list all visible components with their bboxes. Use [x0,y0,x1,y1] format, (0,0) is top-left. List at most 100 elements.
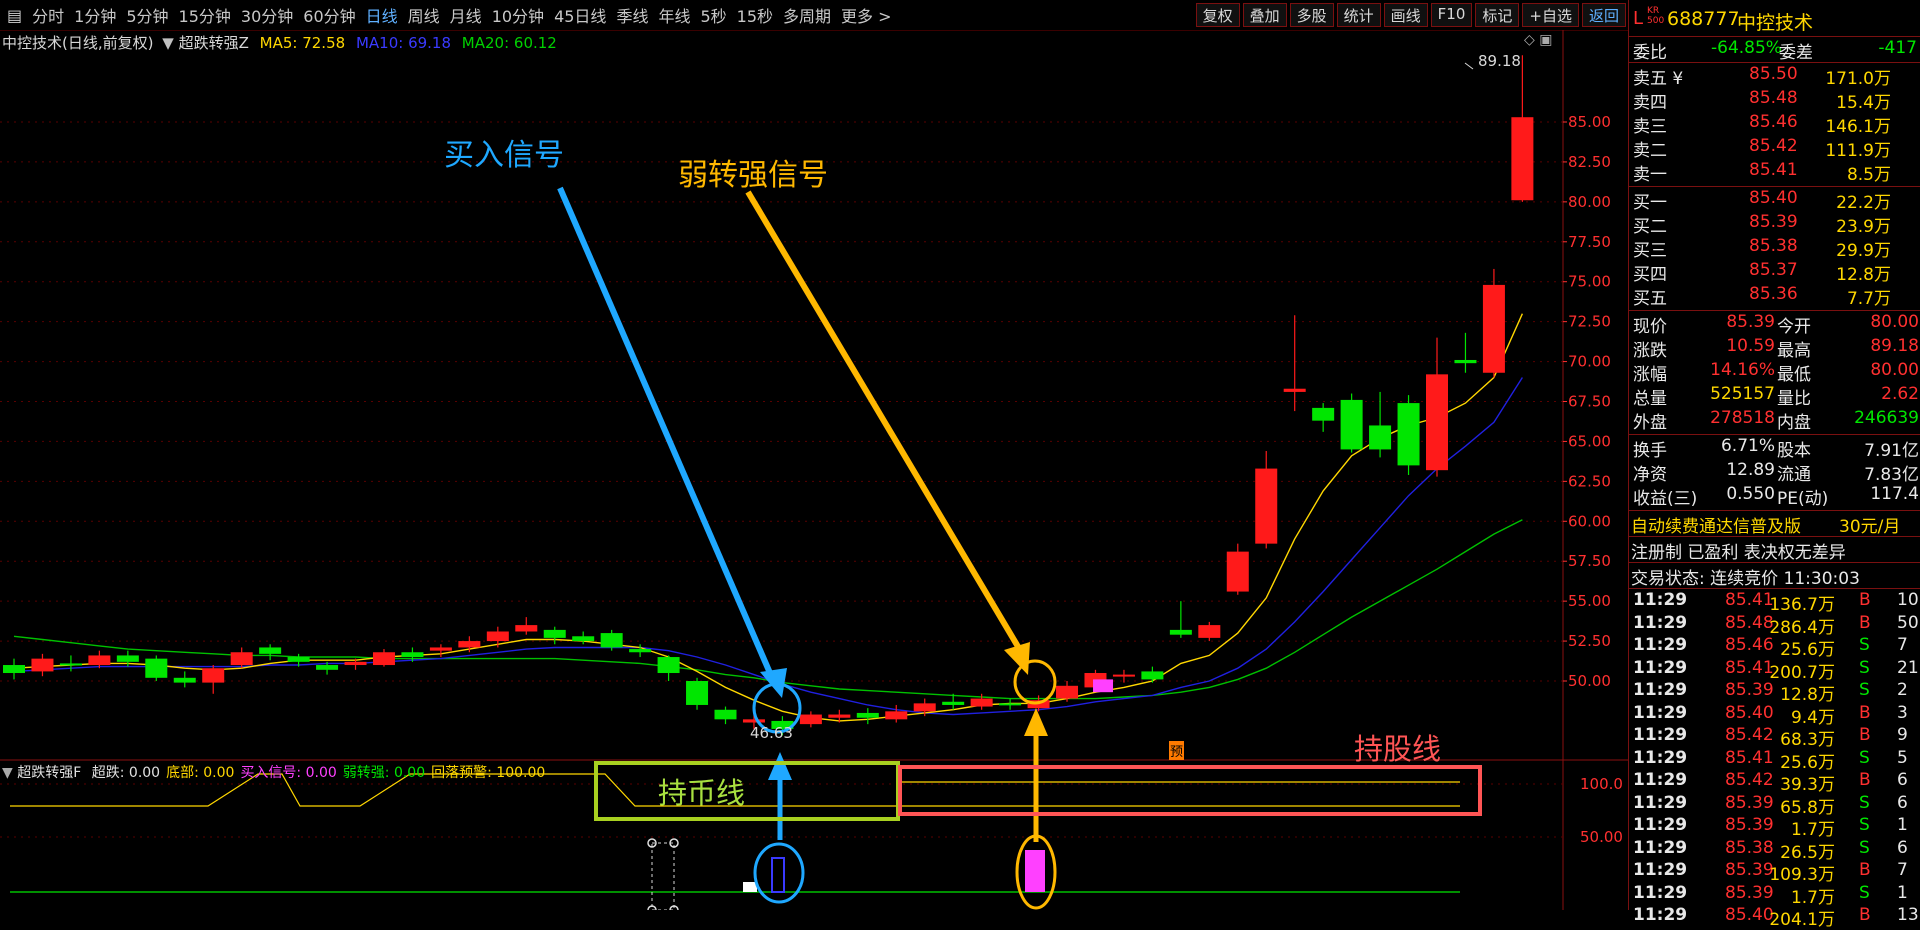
price-axis-label: 67.50 [1568,393,1611,411]
period-tab-9[interactable]: 10分钟 [487,3,549,27]
price-axis-label: 85.00 [1568,113,1611,131]
price-axis-label: 57.50 [1568,552,1611,570]
candle-body [1112,674,1135,677]
period-tab-11[interactable]: 季线 [611,3,653,27]
period-tab-8[interactable]: 月线 [445,3,487,27]
tool-button-4[interactable]: 画线 [1383,3,1428,27]
tick-row: 11:29 85.39 1.7万 S 1 [1633,882,1908,908]
bid-row: 买一 85.40 22.2万 [1633,188,1891,213]
selection-handle[interactable] [647,905,657,910]
candle-body [1169,629,1192,635]
tool-button-6[interactable]: 标记 [1475,3,1520,27]
price-axis-label: 55.00 [1568,592,1611,610]
period-tab-10[interactable]: 45日线 [549,3,611,27]
candle-body [3,665,25,674]
candle-body [173,677,196,683]
sub-buy-bar [771,857,785,893]
ask-row: 卖五 ¥85.50 171.0万 [1633,64,1891,89]
sub-value-0: 超跌: 0.00 [91,765,161,781]
tool-button-1[interactable]: 叠加 [1242,3,1287,27]
candle-body [714,709,737,720]
candle-body [970,698,993,707]
menu-icon[interactable]: ▤ [2,6,27,25]
candle-body [885,711,908,720]
bid-row: 买四 85.37 12.8万 [1633,260,1891,285]
tick-row: 11:29 85.39 109.3万 B 7 [1633,860,1908,885]
candle-body [543,629,566,638]
tick-row: 11:29 85.46 25.6万 S 7 [1633,635,1908,660]
tool-button-2[interactable]: 多股 [1289,3,1334,27]
tool-button-7[interactable]: +自选 [1522,3,1579,27]
tick-row: 11:29 85.48 286.4万 B 50 [1633,612,1919,638]
tick-row: 11:29 85.39 65.8万 S 6 [1633,792,1908,818]
tool-button-5[interactable]: F10 [1430,3,1473,27]
candle-body [1141,671,1164,680]
candle-body [486,631,509,642]
tool-button-3[interactable]: 统计 [1336,3,1381,27]
selection-box[interactable] [651,842,675,910]
candle-body [88,655,111,666]
candle-body [686,681,709,705]
price-axis-label: 52.50 [1568,632,1611,650]
period-tab-1[interactable]: 1分钟 [69,3,121,27]
period-tab-2[interactable]: 5分钟 [121,3,173,27]
candle-body [913,703,936,712]
price-axis-label: 62.50 [1568,472,1611,490]
code-badge: L [1633,8,1644,29]
weak-strong-arrow [745,190,1023,652]
period-tab-13[interactable]: 5秒 [695,3,731,27]
price-axis-label: 75.00 [1568,273,1611,291]
period-tab-14[interactable]: 15秒 [732,3,778,27]
period-tab-0[interactable]: 分时 [27,3,69,27]
candle-body [230,652,253,666]
candle-body [572,636,595,642]
sub-indicator-name[interactable]: 超跌转强F [17,765,81,781]
period-tabs: ▤ 分时 1分钟 5分钟 15分钟 30分钟 60分钟 日线 周线 月线 10分钟 45日线 季线 年线… [2,0,897,30]
candle-body [1482,284,1505,373]
candle-body [1426,374,1448,471]
candle-body [287,657,310,662]
candle-body [1198,625,1221,638]
period-tab-7[interactable]: 周线 [403,3,445,27]
candle-body [657,657,680,674]
ask-row: 卖二 85.42 111.9万 [1633,136,1891,161]
tick-row: 11:29 85.40 9.4万 B 3 [1633,702,1908,728]
candle-body [1369,425,1392,450]
sub-buy-circle [753,842,805,904]
candle-body [458,641,481,648]
candle-body [600,633,623,648]
tick-row: 11:29 85.41 136.7万 B 10 [1633,590,1919,615]
price-axis-label: 70.00 [1568,353,1611,371]
period-tab-15[interactable]: 多周期 [778,3,836,27]
high-price-label: 89.18 [1478,52,1521,70]
stat-row: 总量 525157 量比 2.62 [1633,384,1919,409]
period-tab-4[interactable]: 30分钟 [236,3,298,27]
period-tab-16[interactable]: 更多 > [836,3,897,27]
weak-strong-circle [1013,659,1057,705]
candle-body [1283,388,1306,392]
candle-body [799,714,822,725]
candle-body [259,647,282,654]
hold-coin-annotation: 持币线 [658,776,746,810]
price-axis-label: 80.00 [1568,193,1611,211]
period-tab-6[interactable]: 日线 [361,3,403,27]
ask-row: 卖四 85.48 15.4万 [1633,88,1891,113]
candle-body [856,712,879,718]
sub-indicator-bar: ▼ 超跌转强F 超跌: 0.00 底部: 0.00 买入信号: 0.00 弱转强: 0… [2,762,545,782]
stat-row: 外盘 278518 内盘 246639 [1633,408,1919,433]
tool-button-8[interactable]: 返回 [1581,3,1626,27]
sub-axis-label: 50.00 [1580,828,1623,846]
sub-value-2: 买入信号: 0.00 [240,765,337,781]
high-marker [1464,62,1474,70]
stat2-row: 收益(三) 0.550 PE(动) 117.4 [1633,484,1919,509]
weak-to-strong-candle [1093,679,1114,693]
quote-panel: L KR 500 688777 中控技术 委比 -64.85% 委差 -417 … [1628,0,1920,930]
period-tab-12[interactable]: 年线 [653,3,695,27]
ad-row[interactable]: 自动续费通达信普及版 30元/月 [1629,512,1920,537]
tool-button-0[interactable]: 复权 [1195,3,1240,27]
candle-body [429,647,452,651]
period-tab-5[interactable]: 60分钟 [298,3,360,27]
kr-badge: KR 500 [1647,6,1665,26]
sub-indicator-dropdown-icon[interactable]: ▼ [2,765,13,781]
period-tab-3[interactable]: 15分钟 [174,3,236,27]
